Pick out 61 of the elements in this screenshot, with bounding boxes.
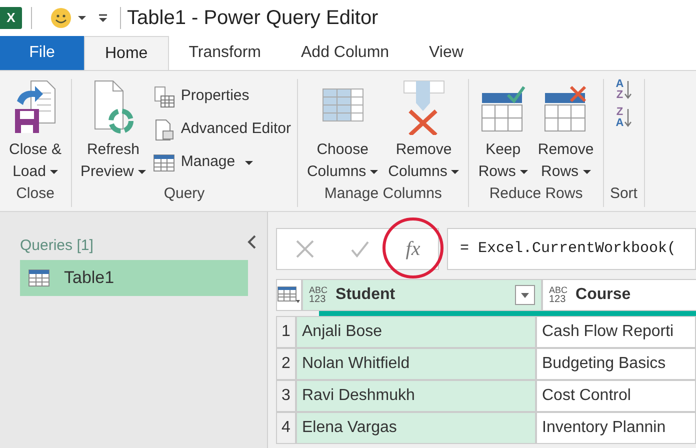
- query-item[interactable]: Table1: [20, 260, 248, 296]
- caret-icon: [50, 170, 58, 174]
- table-cell: Budgeting Basics: [536, 348, 696, 380]
- table-cell: Cash Flow Reporti: [536, 316, 696, 348]
- queries-title: Queries [1]: [20, 236, 94, 256]
- row-number: 3: [276, 380, 296, 412]
- row-number: 2: [276, 348, 296, 380]
- properties-icon: [152, 86, 175, 108]
- sort-button[interactable]: Z A: [616, 107, 632, 129]
- row-number: 4: [276, 412, 296, 444]
- table-cell: Ravi Deshmukh: [296, 380, 536, 412]
- row-number: 1: [276, 316, 296, 348]
- table-cell: Anjali Bose: [296, 316, 536, 348]
- caret-icon[interactable]: [78, 16, 86, 20]
- highlight-circle: [381, 216, 445, 280]
- ribbon-small-button[interactable]: Advanced Editor: [152, 116, 291, 143]
- table-cell: Elena Vargas: [296, 412, 536, 444]
- ribbon-button[interactable]: Close & Load: [6, 79, 65, 183]
- formula-field[interactable]: = Excel.CurrentWorkbook(: [447, 228, 696, 270]
- group-label: Manage Columns: [323, 184, 443, 204]
- smiley-icon[interactable]: [50, 7, 72, 29]
- group-label: Query: [162, 184, 206, 204]
- ribbon-button[interactable]: Remove Columns: [385, 79, 462, 183]
- table-cell: Nolan Whitfield: [296, 348, 536, 380]
- save-document-icon: [13, 79, 58, 135]
- group-label: Reduce Rows: [488, 184, 584, 204]
- caret-icon: [582, 170, 591, 174]
- app-logo: X: [0, 7, 22, 29]
- customize-toolbar-icon[interactable]: [98, 13, 108, 23]
- remove-column-icon: [402, 79, 446, 135]
- collapse-icon[interactable]: [247, 234, 257, 250]
- ribbon-tab[interactable]: File: [0, 36, 84, 70]
- ribbon-small-button[interactable]: Manage: [152, 149, 291, 176]
- table-cell: Cost Control: [536, 380, 696, 412]
- caret-icon: [451, 170, 460, 174]
- check-icon[interactable]: [350, 239, 370, 259]
- table-menu-icon[interactable]: [277, 286, 301, 304]
- ribbon-tab[interactable]: Home: [84, 36, 169, 70]
- down-arrow-icon: [624, 108, 632, 128]
- ribbon-button[interactable]: Remove Rows: [534, 79, 597, 183]
- group-label: Sort: [610, 184, 638, 204]
- ribbon-button[interactable]: Refresh Preview: [78, 79, 149, 183]
- caret-icon: [520, 170, 528, 174]
- ribbon-small-button[interactable]: Properties: [152, 83, 291, 110]
- ribbon-button[interactable]: Choose Columns: [304, 79, 382, 183]
- filter-dropdown-icon[interactable]: [515, 285, 535, 305]
- caret-icon: [138, 170, 146, 174]
- fx-button[interactable]: fx: [406, 234, 420, 264]
- document-icon: [152, 118, 175, 140]
- type-label: ABC 123: [309, 286, 328, 304]
- window-title: Table1 - Power Query Editor: [127, 6, 378, 31]
- sort-button[interactable]: A Z: [616, 79, 632, 101]
- group-label: Close: [15, 184, 56, 204]
- table-cell: Inventory Plannin: [536, 412, 696, 444]
- caret-icon: [245, 160, 254, 164]
- ribbon-button[interactable]: Keep Rows: [475, 79, 531, 183]
- caret-icon: [370, 170, 378, 174]
- type-label: ABC 123: [549, 286, 568, 304]
- table-icon: [28, 268, 50, 288]
- table-icon: [152, 152, 175, 172]
- down-arrow-icon: [624, 80, 632, 100]
